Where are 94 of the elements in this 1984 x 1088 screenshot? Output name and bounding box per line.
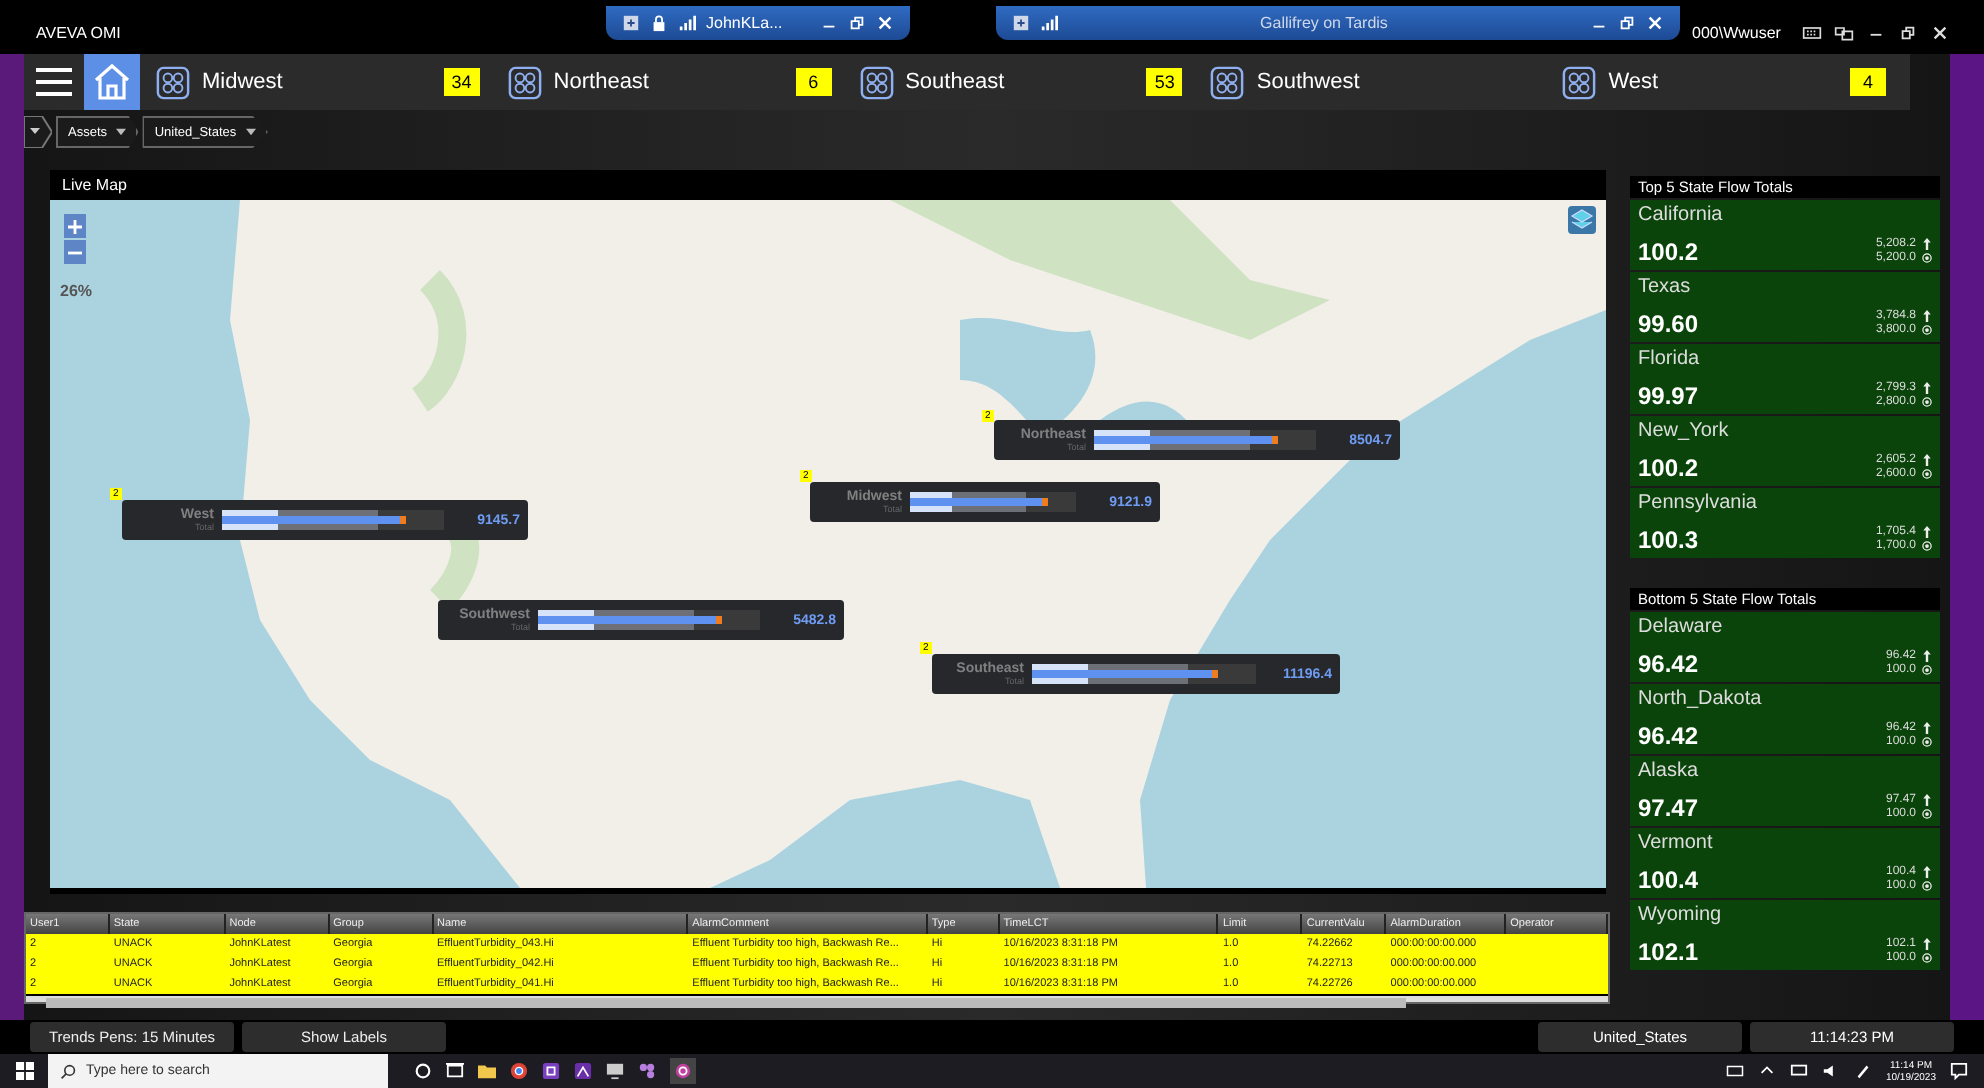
grid-icon — [1562, 65, 1597, 99]
alarm-count-badge: 53 — [1146, 68, 1183, 96]
folder-icon[interactable] — [478, 1062, 496, 1080]
state-name: New_York — [1638, 420, 1731, 442]
arrow-up-icon — [1922, 866, 1932, 878]
target-icon — [1922, 952, 1932, 964]
pin-icon[interactable] — [622, 14, 640, 32]
caret-icon — [245, 127, 256, 135]
session-title: Gallifrey on Tardis — [1258, 14, 1390, 32]
horizontal-scrollbar[interactable] — [26, 996, 1608, 1002]
close-icon[interactable] — [1646, 14, 1664, 32]
alarm-count-badge: 6 — [795, 68, 832, 96]
panel-title: Live Map — [60, 174, 129, 198]
target-icon — [1922, 324, 1932, 336]
restore-icon[interactable] — [1898, 24, 1919, 42]
search-icon — [60, 1063, 76, 1079]
target-icon — [1922, 396, 1932, 408]
target-icon — [1922, 880, 1932, 892]
region-tab[interactable]: Midwest 34 — [152, 54, 504, 110]
arrow-up-icon — [1922, 454, 1932, 466]
circle-icon[interactable] — [414, 1062, 432, 1080]
target-icon — [1922, 808, 1932, 820]
arrow-up-icon — [1922, 238, 1932, 250]
task-view-icon[interactable] — [446, 1062, 464, 1080]
arrow-up-icon — [1922, 722, 1932, 734]
pin-icon[interactable] — [1012, 14, 1030, 32]
restore-icon[interactable] — [1618, 14, 1636, 32]
state-name: Wyoming — [1638, 904, 1724, 926]
state-name: Delaware — [1638, 616, 1725, 638]
region-tab[interactable]: West 4 — [1558, 54, 1910, 110]
region-tab[interactable]: Northeast 6 — [503, 54, 856, 110]
browser-icon[interactable] — [510, 1062, 528, 1080]
arrow-up-icon — [1922, 382, 1932, 394]
home-icon — [92, 62, 132, 102]
start-icon[interactable] — [16, 1062, 34, 1080]
target-icon — [1922, 468, 1932, 480]
state-value: 102.1 — [1638, 938, 1701, 966]
grid-icon — [507, 65, 542, 99]
signal-icon — [678, 14, 696, 32]
lock-icon — [650, 14, 668, 32]
state-name: Alaska — [1638, 760, 1701, 782]
arrow-up-icon — [1922, 310, 1932, 322]
alarm-count-badge: 4 — [1849, 68, 1886, 96]
region-tab[interactable]: Southwest — [1206, 54, 1559, 110]
target-icon — [1922, 664, 1932, 676]
plus-icon — [68, 219, 82, 233]
state-name: Pennsylvania — [1638, 492, 1759, 514]
state-value: 100.4 — [1638, 866, 1701, 894]
notification-icon[interactable] — [1950, 1062, 1968, 1080]
zoom-in-button[interactable] — [64, 214, 86, 238]
restore-icon[interactable] — [848, 14, 866, 32]
grid-icon — [156, 65, 190, 99]
app-icon[interactable] — [542, 1062, 560, 1080]
region-tab[interactable]: Southeast 53 — [855, 54, 1207, 110]
arrow-up-icon — [1922, 526, 1932, 538]
pen-icon[interactable] — [1853, 1062, 1872, 1080]
state-name: Texas — [1638, 276, 1693, 298]
state-name: North_Dakota — [1638, 688, 1764, 710]
layers-icon[interactable] — [1568, 206, 1596, 234]
app-icon[interactable] — [574, 1062, 592, 1080]
app-icon[interactable] — [638, 1062, 656, 1080]
user-name: 000\Wwuser — [1692, 24, 1781, 42]
dropdown-icon[interactable] — [24, 116, 52, 148]
close-icon[interactable] — [876, 14, 894, 32]
state-value: 100.2 — [1638, 454, 1701, 482]
target-icon — [1922, 736, 1932, 748]
state-value: 99.60 — [1638, 310, 1701, 338]
state-name: Florida — [1638, 348, 1702, 370]
state-value: 96.42 — [1638, 722, 1701, 750]
arrow-up-icon — [1922, 938, 1932, 950]
target-icon — [1922, 540, 1932, 552]
grid-icon — [1210, 65, 1245, 99]
state-value: 96.42 — [1638, 650, 1701, 678]
menu-icon — [34, 66, 74, 98]
app-icon[interactable] — [670, 1058, 696, 1084]
state-name: California — [1638, 204, 1725, 226]
alarm-count-badge: 34 — [443, 68, 480, 96]
app-title: AVEVA OMI — [36, 24, 123, 42]
arrow-up-icon — [1922, 650, 1932, 662]
monitor-icon[interactable] — [606, 1062, 624, 1080]
zoom-out-button[interactable] — [64, 240, 86, 264]
grid-icon — [859, 65, 894, 99]
state-value: 99.97 — [1638, 382, 1701, 410]
caret-icon — [116, 127, 127, 135]
signal-icon — [1040, 14, 1058, 32]
state-value: 97.47 — [1638, 794, 1701, 822]
target-icon — [1922, 252, 1932, 264]
arrow-up-icon — [1922, 794, 1932, 806]
state-name: Vermont — [1638, 832, 1715, 854]
state-value: 100.3 — [1638, 526, 1701, 554]
session-title: JohnKLa... — [706, 14, 785, 32]
close-icon[interactable] — [1930, 24, 1951, 42]
zoom-level: 26% — [60, 282, 93, 300]
state-value: 100.2 — [1638, 238, 1701, 266]
